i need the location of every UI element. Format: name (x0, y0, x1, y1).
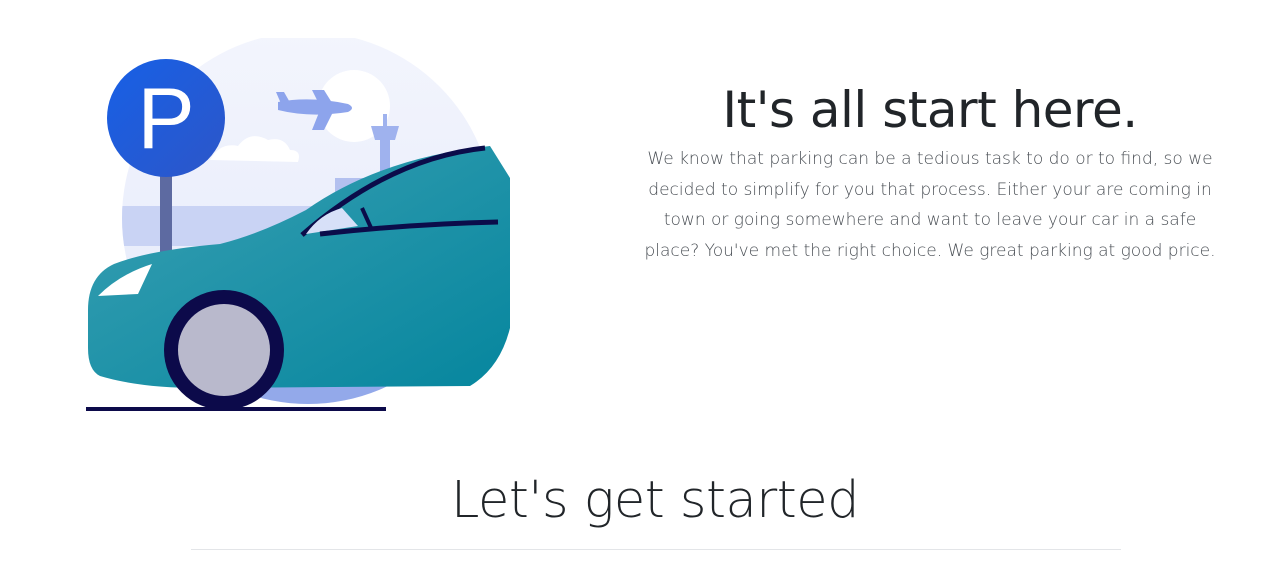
hero-text: It's all start here. We know that parkin… (630, 80, 1230, 266)
parking-sign-icon: P (107, 59, 225, 177)
road-line (86, 407, 386, 411)
page: P It's all start here. We know that park… (0, 0, 1265, 561)
section-heading: Let's get started (451, 471, 859, 530)
hero-title: It's all start here. (722, 81, 1138, 139)
car-hubcap (178, 304, 270, 396)
section-divider (191, 549, 1121, 550)
hero-description: We know that parking can be a tedious ta… (644, 149, 1216, 261)
hero-illustration: P (86, 38, 510, 411)
svg-text:P: P (137, 71, 194, 167)
